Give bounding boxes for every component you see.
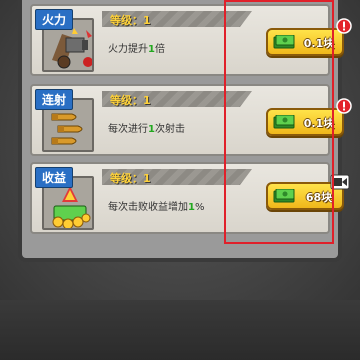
upgrade-value: 1 <box>148 124 155 135</box>
upgrade-card-rapid-fire: 连射 等级：1 每次进行1次射击 0.1块 <box>30 84 352 156</box>
upgrade-description: 火力提升1倍 <box>108 44 165 55</box>
level-label: 等级：1 <box>110 14 151 27</box>
alert-icon <box>336 98 352 114</box>
cash-icon <box>273 115 295 129</box>
upgrade-card-firepower: 火力 等级：1 火力提升1倍 0.1块 <box>30 4 352 76</box>
buy-rapid-fire-button[interactable]: 0.1块 <box>266 98 352 136</box>
cash-icon <box>273 35 295 49</box>
upgrade-card-income: 收益 等级：1 每次击败收益增加1% 68块 <box>30 162 350 234</box>
upgrade-description: 每次进行1次射击 <box>108 124 185 135</box>
price-label: 0.1块 <box>303 117 335 130</box>
price-label: 68块 <box>305 191 333 204</box>
cash-icon <box>273 189 295 203</box>
watch-ad-income-button[interactable]: 68块 <box>266 174 350 210</box>
buy-firepower-button[interactable]: 0.1块 <box>266 18 352 56</box>
card-tag: 连射 <box>35 89 74 110</box>
level-label: 等级：1 <box>110 94 151 107</box>
upgrade-value: 1 <box>188 202 195 213</box>
price-label: 0.1块 <box>303 37 335 50</box>
card-tag: 收益 <box>35 167 74 188</box>
alert-icon <box>336 18 352 34</box>
upgrade-description: 每次击败收益增加1% <box>108 202 205 213</box>
upgrade-value: 1 <box>148 44 155 55</box>
level-label: 等级：1 <box>110 172 151 185</box>
bottom-area <box>0 300 360 360</box>
video-icon <box>330 174 350 190</box>
card-tag: 火力 <box>35 9 74 30</box>
